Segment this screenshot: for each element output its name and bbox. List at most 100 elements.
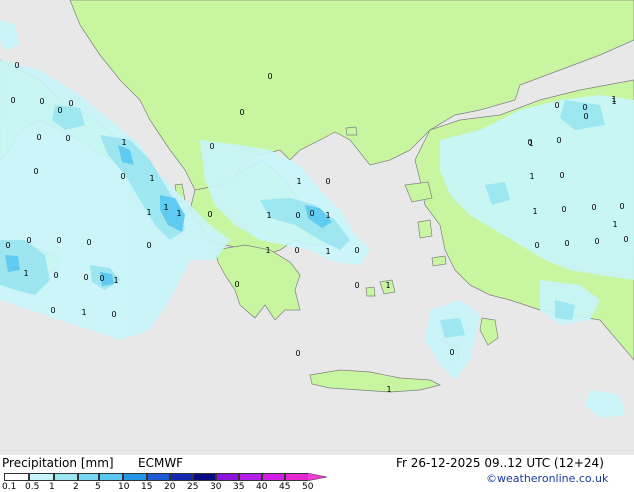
value-label: 0 [295,349,300,358]
value-label: 0 [33,167,38,176]
value-label: 1 [146,208,151,217]
value-label: 0 [146,241,151,250]
legend-tick: 15 [141,482,153,492]
legend-tick: 25 [187,482,199,492]
value-label: 0 [564,239,569,248]
legend-tick: 45 [279,482,291,492]
legend-swatch [170,473,193,481]
legend-swatch [123,473,147,481]
value-label: 1 [532,207,537,216]
value-label: 1 [325,247,330,256]
value-label: 1 [121,138,126,147]
value-label: 1 [81,308,86,317]
legend-tick: 10 [118,482,130,492]
value-label: 1 [149,174,154,183]
value-label: 0 [26,236,31,245]
legend-swatch [193,473,216,481]
legend-tick: 35 [233,482,245,492]
value-label: 0 [309,209,314,218]
value-label: 0 [207,210,212,219]
value-label: 1 [266,211,271,220]
value-label: 0 [39,97,44,106]
island-chios [417,219,433,239]
value-label: 1 [265,246,270,255]
value-label: 0 [554,101,559,110]
value-label: 0 [449,348,454,357]
legend-swatch [239,473,262,481]
legend-swatch [99,473,123,481]
value-label: 1 [176,209,181,218]
value-label: 0 [267,72,272,81]
value-label: 1 [113,276,118,285]
model-name: ECMWF [138,456,184,470]
legend-tick: 20 [164,482,176,492]
value-label: 1 [385,281,390,290]
legend-arrow [307,472,328,482]
value-label: 0 [68,99,73,108]
valid-time: Fr 26-12-2025 09..12 UTC (12+24) [396,456,604,470]
legend-tick: 0.5 [25,482,40,492]
legend-swatch [285,473,308,481]
island-thasos [345,126,358,136]
value-label: 0 [354,281,359,290]
value-label: 0 [534,241,539,250]
credit-link[interactable]: ©weatheronline.co.uk [486,472,608,485]
legend-swatch [262,473,285,481]
value-label: 0 [619,202,624,211]
value-label: 0 [50,306,55,315]
value-label: 0 [294,246,299,255]
value-label: 1 [325,211,330,220]
value-label: 0 [561,205,566,214]
value-label: 0 [57,106,62,115]
legend-tick: 1 [49,482,55,492]
value-label: 0 [99,274,104,283]
value-label: 0 [14,61,19,70]
value-label: 0 [559,171,564,180]
value-label: 0 [53,271,58,280]
value-label: 0 [10,96,15,105]
legend-tick: 50 [302,482,314,492]
legend-tick: 5 [95,482,101,492]
value-label: 1 [529,172,534,181]
value-label: 1 [528,139,533,148]
value-label: 0 [556,136,561,145]
legend-swatch [216,473,239,481]
value-label: 0 [111,310,116,319]
value-label: 0 [623,235,628,244]
island-samos [431,255,447,267]
value-label: 0 [234,280,239,289]
value-label: 0 [209,142,214,151]
value-label: 0 [583,112,588,121]
value-label: 0 [36,133,41,142]
value-label: 0 [591,203,596,212]
precipitation-map: 0 0 0 0 0 0 0 1 0 1 1 1 1 0 0 0 0 0 0 1 … [0,0,634,455]
value-label: 1 [386,385,391,394]
legend-swatch [54,473,78,481]
value-label: 1 [163,203,168,212]
value-label: 0 [295,211,300,220]
legend-tick: 2 [73,482,79,492]
legend-tick: 30 [210,482,222,492]
value-label: 1 [23,269,28,278]
value-label: 1 [611,95,616,104]
legend-swatch [4,473,29,481]
legend-tick: 40 [256,482,268,492]
value-label: 0 [65,134,70,143]
value-label: 0 [354,246,359,255]
legend-swatch [78,473,99,481]
value-label: 0 [86,238,91,247]
island-paros [365,286,376,297]
value-label: 0 [325,177,330,186]
value-label: 0 [5,241,10,250]
legend-tick: 0.1 [2,482,17,492]
legend-swatch [29,473,54,481]
value-label: 0 [56,236,61,245]
product-title: Precipitation [mm] [2,456,114,470]
value-label: 0 [582,103,587,112]
value-label: 0 [83,273,88,282]
value-label: 1 [296,177,301,186]
value-label: 1 [612,220,617,229]
value-label: 0 [594,237,599,246]
value-label: 0 [239,108,244,117]
value-label: 0 [120,172,125,181]
